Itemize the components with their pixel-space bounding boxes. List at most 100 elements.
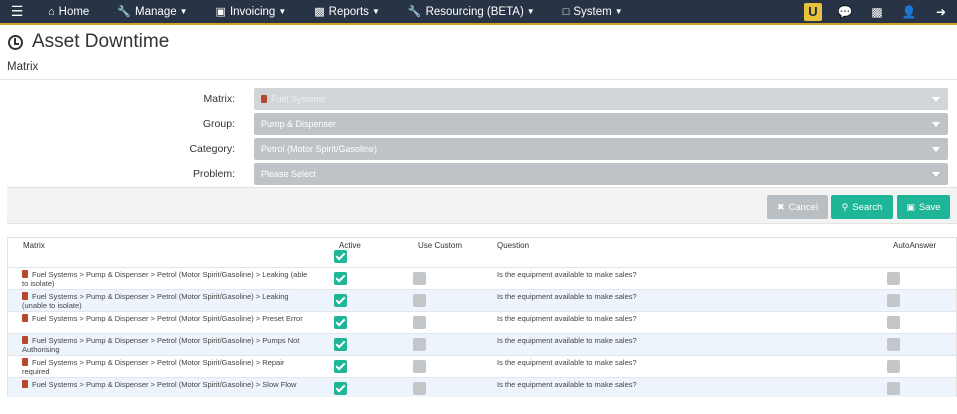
row-active-checkbox[interactable] bbox=[334, 316, 347, 329]
search-icon: ⚲ bbox=[841, 201, 849, 212]
hamburger-menu-icon[interactable]: ☰ bbox=[0, 3, 34, 20]
row-matrix-text: Fuel Systems > Pump & Dispenser > Petrol… bbox=[32, 314, 303, 323]
fuel-pump-icon bbox=[22, 292, 28, 300]
row-autoanswer-checkbox[interactable] bbox=[887, 294, 900, 307]
row-matrix-cell: Fuel Systems > Pump & Dispenser > Petrol… bbox=[22, 270, 312, 288]
row-autoanswer-checkbox[interactable] bbox=[887, 338, 900, 351]
nav-invoicing-label: Invoicing bbox=[229, 5, 276, 18]
row-autoanswer-checkbox[interactable] bbox=[887, 272, 900, 285]
search-button-label: Search bbox=[852, 201, 883, 213]
fuel-pump-icon bbox=[22, 380, 28, 388]
nav-resourcing-label: Resourcing (BETA) bbox=[425, 5, 524, 18]
fuel-pump-icon bbox=[22, 314, 28, 322]
row-matrix-text: Fuel Systems > Pump & Dispenser > Petrol… bbox=[22, 292, 289, 310]
table-row: Fuel Systems > Pump & Dispenser > Petrol… bbox=[8, 289, 956, 311]
logo-u-button[interactable]: U bbox=[797, 0, 829, 23]
fuel-pump-icon bbox=[22, 358, 28, 366]
nav-manage[interactable]: 🔧 Manage ▼ bbox=[103, 0, 201, 23]
select-all-active-checkbox[interactable] bbox=[334, 250, 347, 263]
matrix-select[interactable]: Fuel Systems bbox=[254, 88, 948, 110]
row-active-checkbox[interactable] bbox=[334, 338, 347, 351]
row-matrix-cell: Fuel Systems > Pump & Dispenser > Petrol… bbox=[22, 314, 312, 324]
row-use-custom-checkbox[interactable] bbox=[413, 272, 426, 285]
row-use-custom-checkbox[interactable] bbox=[413, 382, 426, 395]
nav-system[interactable]: □ System ▼ bbox=[549, 0, 637, 23]
user-icon[interactable]: 👤 bbox=[893, 0, 925, 23]
table-row: Fuel Systems > Pump & Dispenser > Petrol… bbox=[8, 377, 956, 397]
header-question: Question bbox=[497, 241, 530, 250]
row-use-custom-checkbox[interactable] bbox=[413, 360, 426, 373]
home-icon: ⌂ bbox=[48, 5, 55, 18]
dropdown-arrow-icon bbox=[932, 122, 940, 127]
row-question-text: Is the equipment available to make sales… bbox=[497, 292, 637, 301]
nav-reports[interactable]: ▩ Reports ▼ bbox=[300, 0, 394, 23]
bar-chart-icon[interactable]: ▩ bbox=[861, 0, 893, 23]
row-use-custom-checkbox[interactable] bbox=[413, 338, 426, 351]
logout-icon[interactable]: ➜ bbox=[925, 0, 957, 23]
matrix-select-value: Fuel Systems bbox=[271, 94, 326, 104]
group-select[interactable]: Pump & Dispenser bbox=[254, 113, 948, 135]
table-row: Fuel Systems > Pump & Dispenser > Petrol… bbox=[8, 311, 956, 333]
cancel-button-label: Cancel bbox=[788, 201, 819, 213]
nav-resourcing[interactable]: 🔧 Resourcing (BETA) ▼ bbox=[394, 0, 549, 23]
page-subtitle: Matrix bbox=[7, 61, 39, 73]
category-select[interactable]: Petrol (Motor Spirit/Gasoline) bbox=[254, 138, 948, 160]
fuel-pump-icon bbox=[22, 270, 28, 278]
row-matrix-cell: Fuel Systems > Pump & Dispenser > Petrol… bbox=[22, 380, 312, 390]
row-question-text: Is the equipment available to make sales… bbox=[497, 336, 637, 345]
problem-row: Problem: Please Select bbox=[0, 163, 957, 185]
group-row: Group: Pump & Dispenser bbox=[0, 113, 957, 135]
problem-select-value: Please Select bbox=[261, 169, 317, 179]
wrench-icon: 🔧 bbox=[117, 6, 132, 18]
row-autoanswer-checkbox[interactable] bbox=[887, 382, 900, 395]
row-autoanswer-checkbox[interactable] bbox=[887, 360, 900, 373]
save-button[interactable]: ▣ Save bbox=[897, 195, 950, 219]
money-icon: ▣ bbox=[215, 6, 226, 18]
dropdown-arrow-icon bbox=[932, 172, 940, 177]
category-row: Category: Petrol (Motor Spirit/Gasoline) bbox=[0, 138, 957, 160]
chat-icon[interactable]: 💬 bbox=[829, 0, 861, 23]
row-matrix-cell: Fuel Systems > Pump & Dispenser > Petrol… bbox=[22, 358, 312, 376]
nav-home[interactable]: ⌂ Home bbox=[34, 0, 103, 23]
table-row: Fuel Systems > Pump & Dispenser > Petrol… bbox=[8, 333, 956, 355]
nav-invoicing[interactable]: ▣ Invoicing ▼ bbox=[202, 0, 301, 23]
divider bbox=[0, 79, 957, 80]
nav-manage-label: Manage bbox=[135, 5, 177, 18]
row-active-checkbox[interactable] bbox=[334, 272, 347, 285]
page-title: Asset Downtime bbox=[8, 31, 169, 53]
row-active-checkbox[interactable] bbox=[334, 294, 347, 307]
row-matrix-text: Fuel Systems > Pump & Dispenser > Petrol… bbox=[32, 380, 297, 389]
header-matrix: Matrix bbox=[23, 241, 45, 250]
top-navbar: ☰ ⌂ Home 🔧 Manage ▼ ▣ Invoicing ▼ ▩ Repo… bbox=[0, 0, 957, 25]
row-matrix-cell: Fuel Systems > Pump & Dispenser > Petrol… bbox=[22, 292, 312, 310]
row-use-custom-checkbox[interactable] bbox=[413, 294, 426, 307]
row-active-checkbox[interactable] bbox=[334, 360, 347, 373]
nav-system-label: System bbox=[573, 5, 612, 18]
cancel-button[interactable]: ✖ Cancel bbox=[767, 195, 828, 219]
problem-select[interactable]: Please Select bbox=[254, 163, 948, 185]
row-question-text: Is the equipment available to make sales… bbox=[497, 314, 637, 323]
matrix-label: Matrix: bbox=[203, 93, 236, 105]
bar-chart-icon: ▩ bbox=[314, 6, 325, 18]
header-active: Active bbox=[339, 241, 361, 250]
row-use-custom-checkbox[interactable] bbox=[413, 316, 426, 329]
dropdown-arrow-icon bbox=[932, 97, 940, 102]
fuel-pump-icon bbox=[261, 95, 267, 103]
save-button-label: Save bbox=[918, 201, 941, 213]
nav-reports-label: Reports bbox=[328, 5, 369, 18]
floppy-disk-icon: ▣ bbox=[906, 201, 915, 212]
row-active-checkbox[interactable] bbox=[334, 382, 347, 395]
close-icon: ✖ bbox=[776, 201, 785, 212]
group-select-value: Pump & Dispenser bbox=[261, 119, 337, 129]
row-matrix-text: Fuel Systems > Pump & Dispenser > Petrol… bbox=[22, 336, 300, 354]
category-label: Category: bbox=[189, 143, 235, 155]
search-button[interactable]: ⚲ Search bbox=[831, 195, 893, 219]
row-matrix-text: Fuel Systems > Pump & Dispenser > Petrol… bbox=[22, 270, 308, 288]
caret-down-icon: ▼ bbox=[179, 7, 188, 16]
table-row: Fuel Systems > Pump & Dispenser > Petrol… bbox=[8, 355, 956, 377]
row-autoanswer-checkbox[interactable] bbox=[887, 316, 900, 329]
caret-down-icon: ▼ bbox=[526, 7, 535, 16]
caret-down-icon: ▼ bbox=[278, 7, 287, 16]
row-matrix-text: Fuel Systems > Pump & Dispenser > Petrol… bbox=[22, 358, 285, 376]
row-question-text: Is the equipment available to make sales… bbox=[497, 270, 637, 279]
